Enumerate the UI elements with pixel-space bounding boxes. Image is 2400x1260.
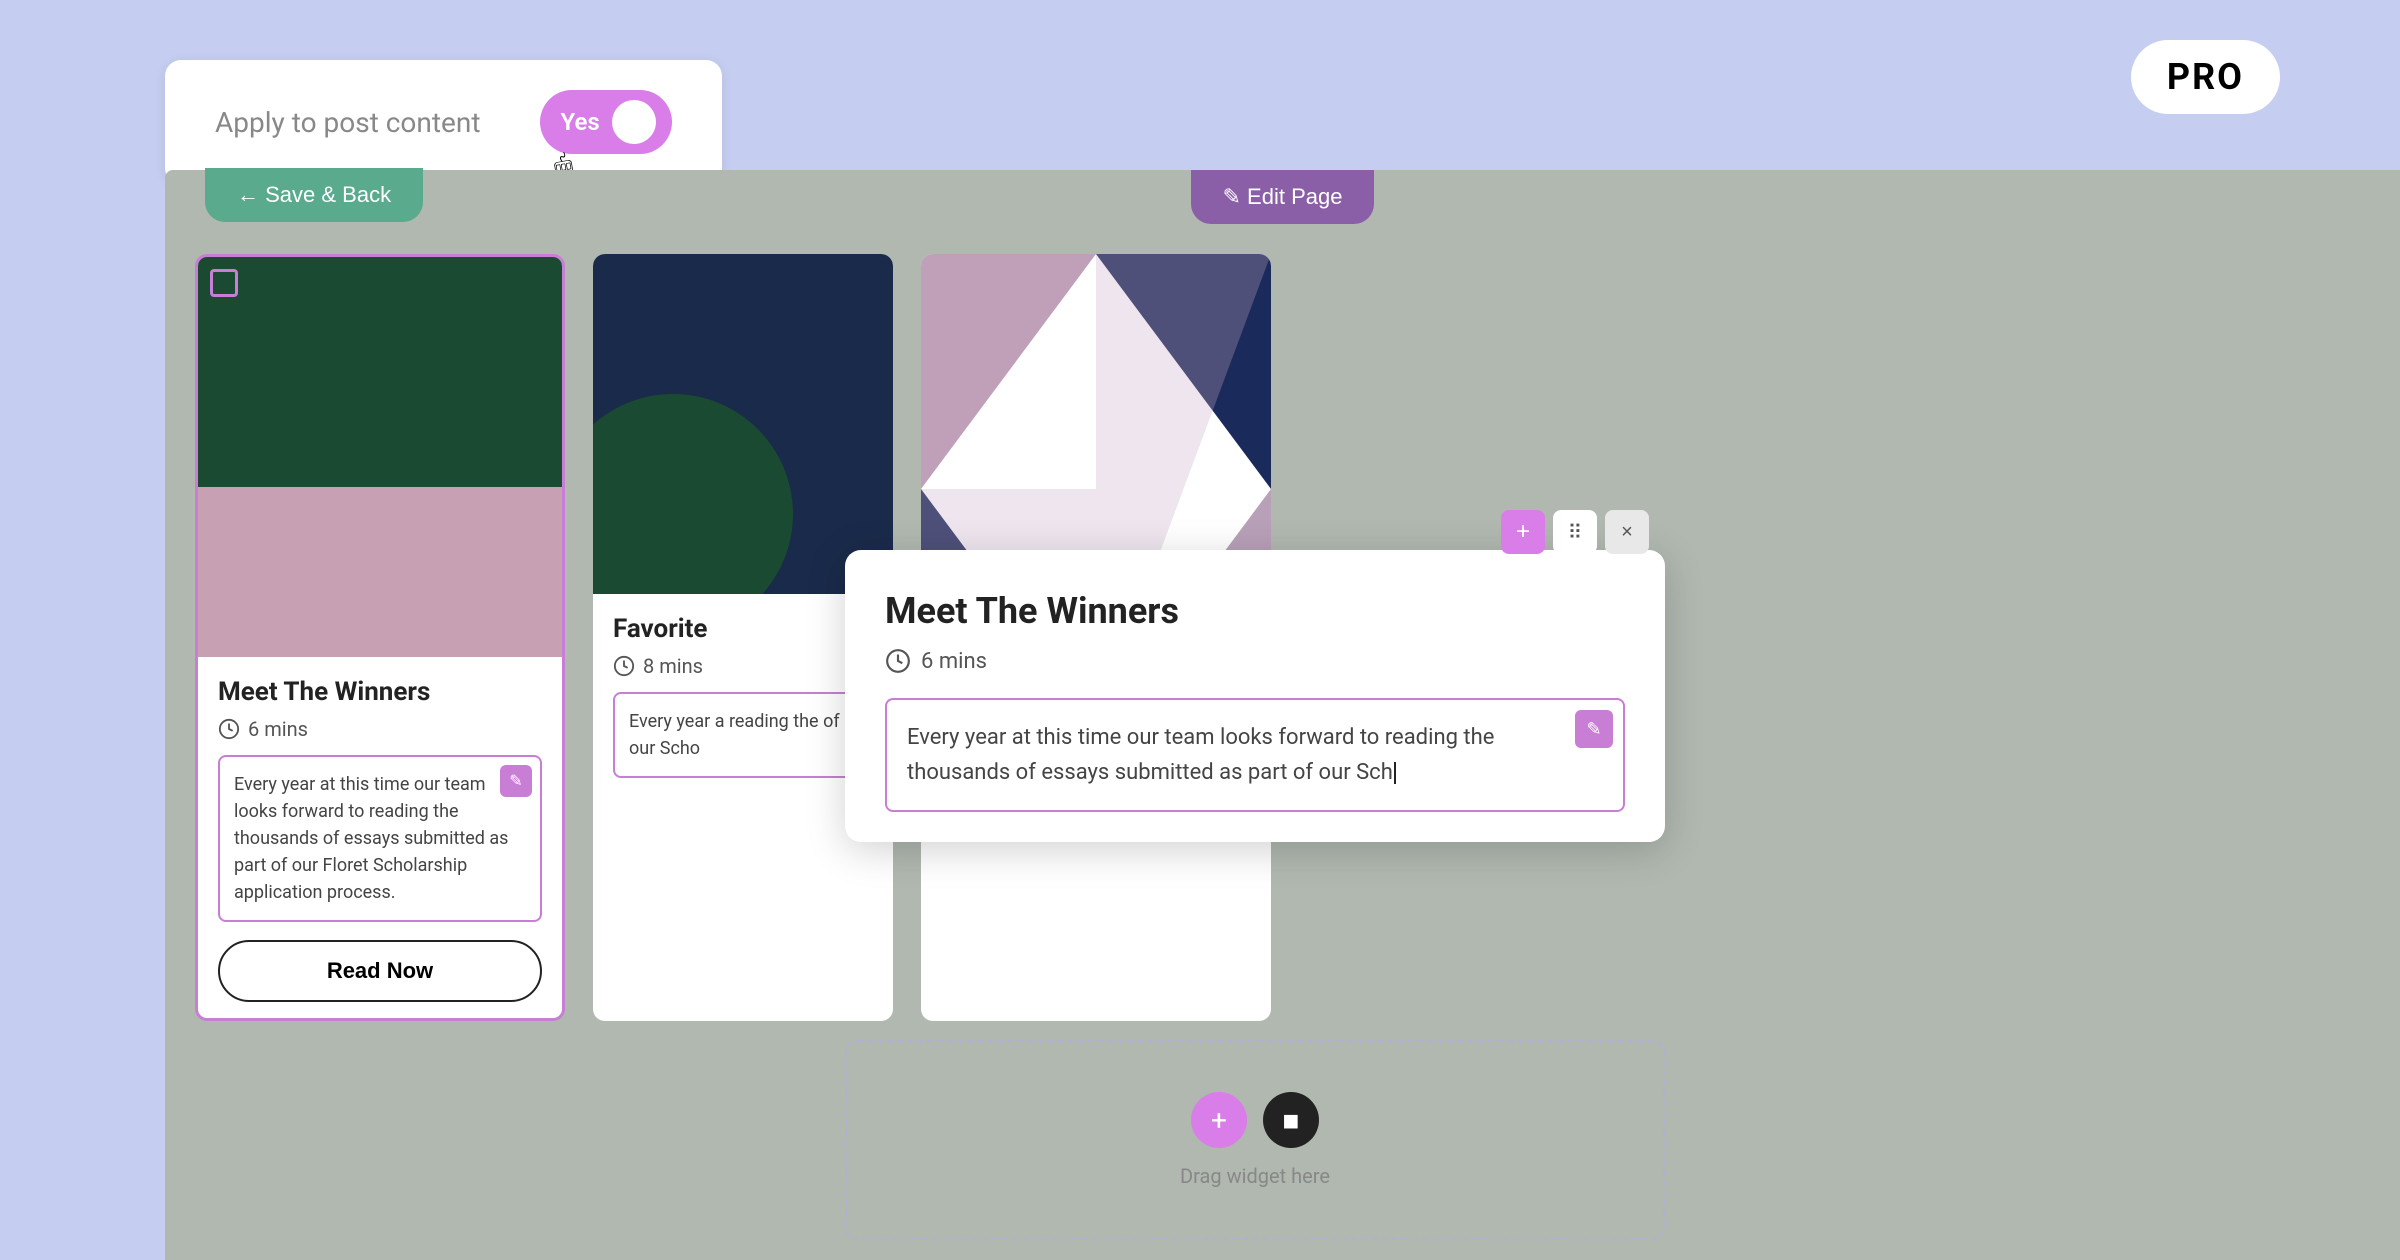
clock-icon-2 xyxy=(613,655,635,677)
fp-read-time: 6 mins xyxy=(921,649,987,674)
pro-badge: PRO xyxy=(2131,40,2280,114)
card-2-image xyxy=(593,254,893,594)
card-1: Meet The Winners 6 mins Every year at th… xyxy=(195,254,565,1021)
card-2-read-time: 8 mins xyxy=(643,654,703,678)
fp-clock-icon xyxy=(885,648,911,674)
card-1-title: Meet The Winners xyxy=(218,677,542,707)
apply-panel-label: Apply to post content xyxy=(215,106,480,139)
card-1-image-top xyxy=(198,257,562,487)
text-cursor xyxy=(1394,762,1396,784)
card-1-excerpt: Every year at this time our team looks f… xyxy=(234,774,508,903)
fp-edit-button[interactable]: ✎ xyxy=(1575,710,1613,748)
card-2-text-box: Every year a reading the of our Scho xyxy=(613,692,873,778)
floating-panel-add-button[interactable]: + xyxy=(1501,510,1545,554)
edit-page-button[interactable]: ✎ Edit Page xyxy=(1191,170,1375,224)
toggle-knob xyxy=(612,100,656,144)
fp-title: Meet The Winners xyxy=(885,590,1625,632)
floating-panel-drag-button[interactable]: ⠿ xyxy=(1553,510,1597,554)
clock-icon xyxy=(218,718,240,740)
fp-meta: 6 mins xyxy=(885,648,1625,674)
editor-area: ← Save & Back ✎ Edit Page Meet The Winne… xyxy=(165,170,2400,1260)
card-1-meta: 6 mins xyxy=(218,717,542,741)
card-1-image-bottom xyxy=(198,487,562,657)
card-2-meta: 8 mins xyxy=(613,654,873,678)
apply-panel: Apply to post content Yes xyxy=(165,60,722,184)
drop-zone-label: Drag widget here xyxy=(1180,1164,1330,1188)
card-select-indicator xyxy=(210,269,238,297)
drop-zone-add-button[interactable]: + xyxy=(1191,1092,1247,1148)
fp-text-box[interactable]: Every year at this time our team looks f… xyxy=(885,698,1625,812)
fp-excerpt: Every year at this time our team looks f… xyxy=(907,725,1494,785)
card-2-title: Favorite xyxy=(613,614,873,644)
editor-topbar: ← Save & Back ✎ Edit Page xyxy=(165,170,2400,224)
drag-icon: ⠿ xyxy=(1568,520,1583,545)
card-1-read-time: 6 mins xyxy=(248,717,308,741)
card-2-excerpt: Every year a reading the of our Scho xyxy=(629,711,840,759)
drop-zone-icons: + ■ xyxy=(1191,1092,1319,1148)
apply-toggle[interactable]: Yes xyxy=(540,90,671,154)
drop-zone-stop-button[interactable]: ■ xyxy=(1263,1092,1319,1148)
card-1-text-box: Every year at this time our team looks f… xyxy=(218,755,542,922)
toggle-label: Yes xyxy=(560,108,599,136)
floating-panel-toolbar: + ⠿ × xyxy=(1485,500,1665,564)
floating-panel-close-button[interactable]: × xyxy=(1605,510,1649,554)
floating-panel: + ⠿ × Meet The Winners 6 mins Every year… xyxy=(845,550,1665,842)
drop-zone: + ■ Drag widget here xyxy=(845,1040,1665,1240)
card-1-body: Meet The Winners 6 mins Every year at th… xyxy=(198,657,562,1018)
card-1-read-now-button[interactable]: Read Now xyxy=(218,940,542,1002)
card-1-edit-button[interactable]: ✎ xyxy=(500,765,532,797)
floating-panel-body: Meet The Winners 6 mins Every year at th… xyxy=(845,550,1665,842)
save-back-button[interactable]: ← Save & Back xyxy=(205,168,423,222)
